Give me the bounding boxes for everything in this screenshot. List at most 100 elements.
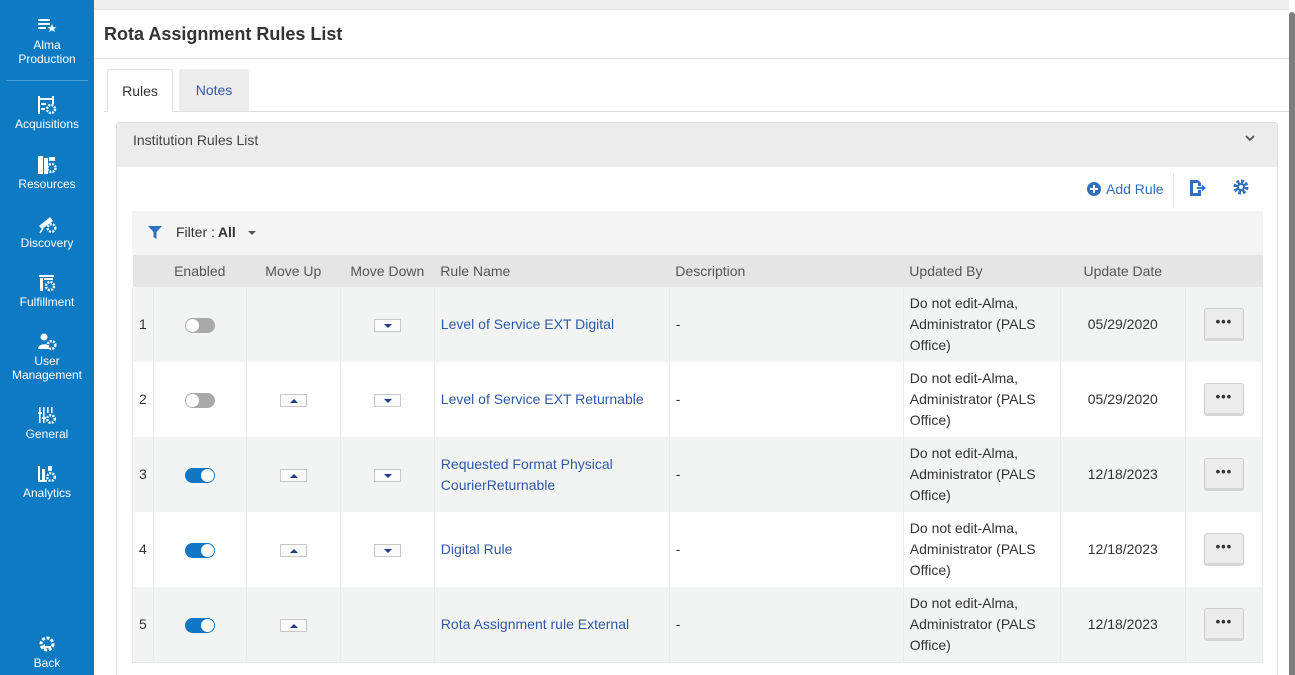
move-down-button[interactable] [373, 318, 401, 332]
sidebar-item-analytics[interactable]: Analytics [0, 464, 94, 500]
move-up-cell [245, 362, 341, 437]
rule-name-link[interactable]: Requested Format Physical CourierReturna… [441, 456, 613, 493]
move-up-button[interactable] [279, 468, 307, 482]
sidebar-label: Back [33, 656, 61, 670]
enabled-toggle[interactable] [184, 317, 215, 333]
row-number: 5 [132, 587, 154, 663]
add-rule-button[interactable]: Add Rule [1087, 179, 1164, 199]
caret-down-icon [383, 473, 392, 478]
row-actions-button[interactable]: ••• [1203, 308, 1244, 341]
move-up-button[interactable] [279, 393, 307, 407]
table-header-row: Enabled Move Up Move Down Rule Name Desc… [132, 255, 1263, 287]
actions-cell: ••• [1184, 587, 1264, 663]
sidebar-item-fulfillment[interactable]: Fulfillment [0, 273, 94, 309]
row-actions-button[interactable]: ••• [1203, 458, 1244, 491]
caret-up-icon [289, 548, 298, 553]
description-cell: - [668, 362, 904, 437]
sidebar-label: User Management [11, 354, 83, 382]
enabled-cell [152, 287, 247, 362]
rule-name-link[interactable]: Level of Service EXT Returnable [441, 391, 644, 407]
row-actions-button[interactable]: ••• [1203, 533, 1244, 566]
move-down-button[interactable] [373, 393, 401, 407]
rule-name-cell: Level of Service EXT Digital [433, 287, 670, 362]
sidebar-label: Resources [18, 177, 76, 191]
export-icon[interactable] [1187, 178, 1207, 198]
move-down-button[interactable] [373, 543, 401, 557]
move-down-button[interactable] [373, 468, 401, 482]
toggle-knob [200, 468, 214, 482]
caret-up-icon [289, 398, 298, 403]
caret-up-icon [289, 623, 298, 628]
row-number: 2 [132, 362, 154, 437]
panel-header[interactable]: Institution Rules List [117, 123, 1277, 167]
sidebar-item-acquisitions[interactable]: Acquisitions [0, 95, 94, 131]
sidebar-item-general[interactable]: General [0, 405, 94, 441]
table-row: 3 Requested Format Physical CourierReturn… [132, 437, 1264, 512]
move-up-cell [245, 437, 341, 512]
move-up-button[interactable] [279, 543, 307, 557]
column-header-updated-by[interactable]: Updated By [903, 255, 1061, 287]
column-header-rule-name[interactable]: Rule Name [434, 255, 670, 287]
row-actions-button[interactable]: ••• [1203, 383, 1244, 416]
description-cell: - [668, 512, 904, 587]
sidebar-item-alma-production[interactable]: Alma Production [0, 16, 94, 66]
enabled-cell [152, 587, 247, 663]
row-actions-button[interactable]: ••• [1203, 607, 1244, 641]
enabled-toggle[interactable] [184, 392, 215, 408]
sidebar-label: Analytics [22, 486, 72, 500]
rule-name-cell: Digital Rule [433, 512, 670, 587]
column-header-move-down[interactable]: Move Down [340, 255, 435, 287]
chevron-down-icon[interactable] [1243, 131, 1257, 145]
enabled-toggle[interactable] [184, 467, 215, 483]
tabs-divider [104, 111, 1289, 112]
enabled-toggle[interactable] [184, 542, 215, 558]
column-header-move-up[interactable]: Move Up [246, 255, 341, 287]
description-cell: - [668, 437, 904, 512]
updated-by-cell: Do not edit-Alma, Administrator (PALS Of… [902, 512, 1061, 587]
table-row: 5 Rota Assignment rule External - Do not ed… [132, 587, 1264, 663]
actions-cell: ••• [1184, 512, 1264, 587]
fulfillment-icon [39, 275, 56, 292]
tab-notes[interactable]: Notes [179, 69, 249, 112]
description-cell: - [668, 287, 904, 362]
caret-down-icon[interactable] [248, 231, 256, 235]
move-down-cell [339, 512, 435, 587]
column-header-actions [1185, 255, 1263, 287]
sidebar-label: Alma Production [18, 38, 76, 66]
enabled-toggle[interactable] [184, 617, 215, 633]
sidebar-label: Discovery [20, 236, 74, 250]
tab-rules[interactable]: Rules [107, 69, 173, 112]
sidebar-item-user-management[interactable]: User Management [0, 332, 94, 382]
move-up-cell [245, 587, 341, 663]
toggle-knob [185, 393, 199, 407]
updated-by-cell: Do not edit-Alma, Administrator (PALS Of… [902, 287, 1061, 362]
toggle-knob [200, 543, 214, 557]
row-number: 4 [132, 512, 154, 587]
page-title: Rota Assignment Rules List [104, 24, 343, 44]
rule-name-cell: Requested Format Physical CourierReturna… [433, 437, 670, 512]
resources-icon [38, 156, 57, 174]
plus-circle-icon [1087, 182, 1101, 196]
sidebar-item-resources[interactable]: Resources [0, 155, 94, 191]
actions-cell: ••• [1184, 362, 1264, 437]
column-header-description[interactable]: Description [669, 255, 904, 287]
gear-icon[interactable] [1232, 178, 1250, 196]
sidebar-item-discovery[interactable]: Discovery [0, 214, 94, 250]
caret-down-icon [383, 548, 392, 553]
rule-name-link[interactable]: Digital Rule [441, 541, 513, 557]
filter-dropdown[interactable]: Filter : All [176, 224, 236, 240]
move-up-cell [245, 512, 341, 587]
actions-cell: ••• [1184, 437, 1264, 512]
rule-name-link[interactable]: Level of Service EXT Digital [441, 316, 614, 332]
column-header-enabled[interactable]: Enabled [153, 255, 247, 287]
sidebar-item-back[interactable]: Back [0, 634, 94, 670]
add-rule-label: Add Rule [1106, 181, 1164, 197]
move-up-button[interactable] [279, 618, 307, 632]
description-cell: - [668, 587, 904, 663]
column-header-update-date[interactable]: Update Date [1060, 255, 1186, 287]
actions-cell: ••• [1184, 287, 1264, 362]
rule-name-link[interactable]: Rota Assignment rule External [441, 616, 629, 632]
page-scrollbar[interactable] [1289, 12, 1295, 675]
sidebar-label: General [25, 427, 69, 441]
enabled-cell [152, 362, 247, 437]
